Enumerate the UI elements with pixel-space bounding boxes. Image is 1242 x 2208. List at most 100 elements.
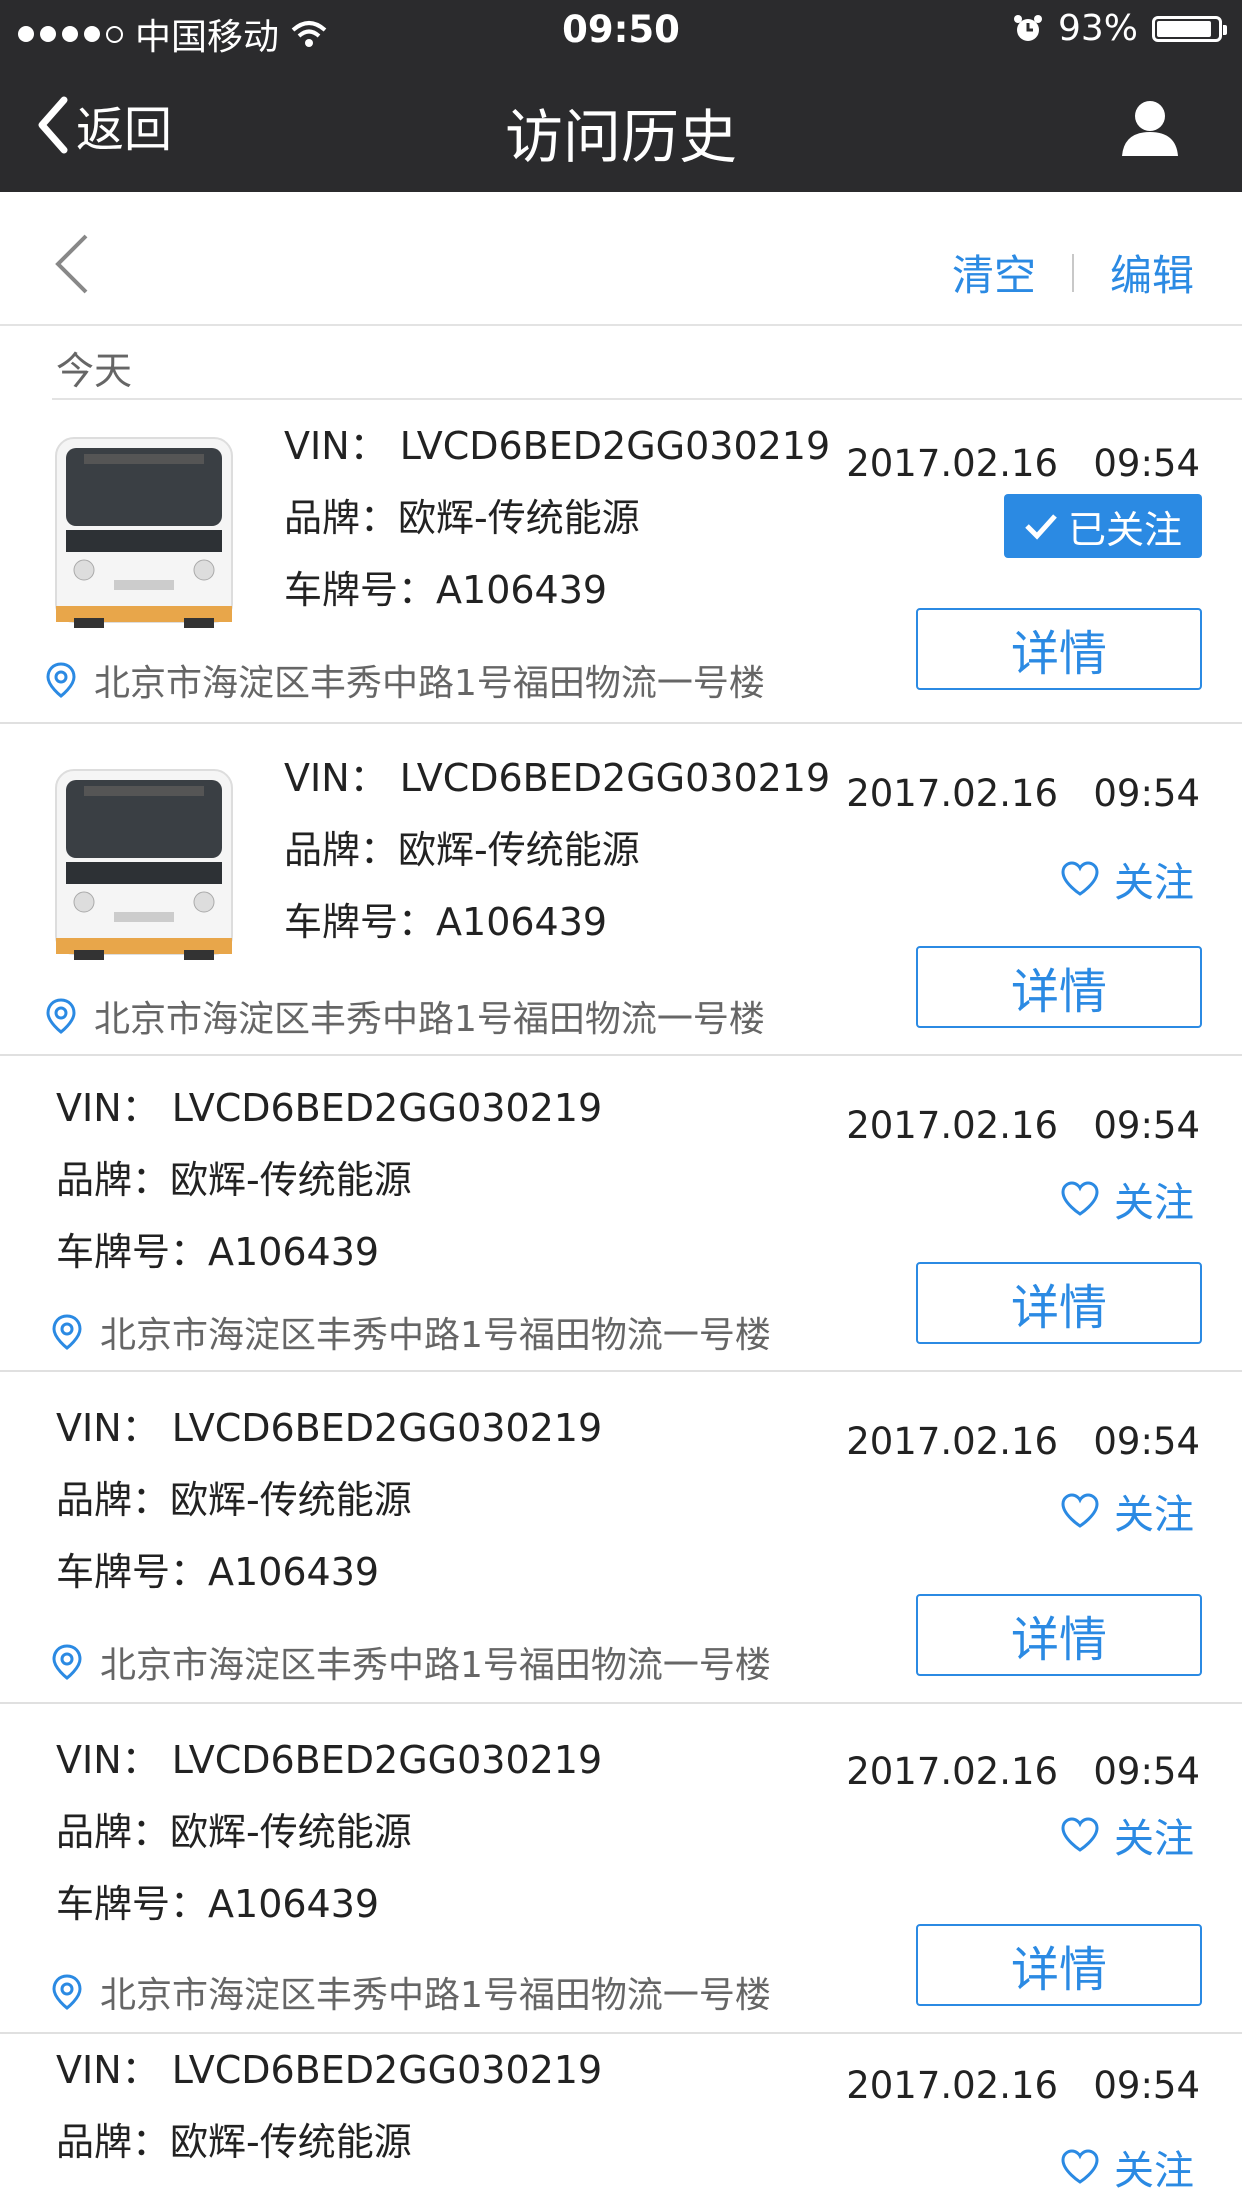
follow-label: 关注	[1114, 1492, 1194, 1538]
visit-time: 09:54	[1093, 1104, 1200, 1147]
list-item[interactable]: VIN： LVCD6BED2GG030219 品牌：欧辉-传统能源 车牌号：A1…	[0, 1704, 1242, 2034]
detail-label: 详情	[1010, 1942, 1107, 1998]
vin-value: LVCD6BED2GG030219	[159, 1086, 603, 1130]
vin-line: VIN： LVCD6BED2GG030219	[56, 1072, 602, 1144]
plate-value: A106439	[208, 1550, 380, 1594]
plate-value: A106439	[436, 568, 608, 612]
vin-value: LVCD6BED2GG030219	[387, 756, 831, 800]
list-item[interactable]: VIN： LVCD6BED2GG030219 品牌：欧辉-传统能源 2017.0…	[0, 2034, 1242, 2208]
brand-value: 欧辉-传统能源	[170, 1810, 412, 1854]
address-text: 北京市海淀区丰秀中路1号福田物流一号楼	[100, 1315, 771, 1356]
heart-icon	[1061, 861, 1099, 896]
brand-label: 品牌：	[56, 1810, 171, 1854]
follow-label: 关注	[1114, 1180, 1194, 1226]
bus-image	[55, 769, 233, 960]
vehicle-info: VIN： LVCD6BED2GG030219 品牌：欧辉-传统能源 车牌号：A1…	[284, 742, 830, 958]
heart-icon	[1061, 1817, 1099, 1852]
vin-value: LVCD6BED2GG030219	[159, 2048, 603, 2092]
location-pin-icon	[46, 998, 76, 1034]
detail-button[interactable]: 详情	[916, 608, 1202, 690]
visit-time: 09:54	[1093, 772, 1200, 815]
detail-button[interactable]: 详情	[916, 1924, 1202, 2006]
follow-button[interactable]: 关注	[1060, 2138, 1194, 2196]
detail-button[interactable]: 详情	[916, 1262, 1202, 1344]
list-item[interactable]: VIN： LVCD6BED2GG030219 品牌：欧辉-传统能源 车牌号：A1…	[0, 1056, 1242, 1372]
plate-label: 车牌号：	[284, 568, 437, 612]
vin-label: VIN：	[56, 1738, 160, 1782]
vin-line: VIN： LVCD6BED2GG030219	[56, 2034, 602, 2106]
vin-label: VIN：	[56, 1406, 160, 1450]
visit-time: 09:54	[1093, 442, 1200, 485]
chevron-left-icon[interactable]	[52, 232, 92, 296]
follow-label: 关注	[1114, 1816, 1194, 1862]
brand-line: 品牌：欧辉-传统能源	[56, 1796, 602, 1868]
list-item[interactable]: VIN： LVCD6BED2GG030219 品牌：欧辉-传统能源 车牌号：A1…	[0, 1372, 1242, 1704]
vin-line: VIN： LVCD6BED2GG030219	[56, 1724, 602, 1796]
brand-line: 品牌：欧辉-传统能源	[56, 2106, 602, 2178]
location-pin-icon	[52, 1644, 82, 1680]
section-label-today: 今天	[56, 349, 133, 393]
page-title: 访问历史	[504, 103, 737, 171]
visit-time: 09:54	[1093, 2064, 1200, 2107]
brand-label: 品牌：	[56, 1478, 171, 1522]
follow-button[interactable]: 关注	[1060, 850, 1194, 908]
vin-label: VIN：	[284, 756, 388, 800]
toolbar: 清空 编辑	[0, 192, 1242, 326]
vin-value: LVCD6BED2GG030219	[387, 424, 831, 468]
user-icon[interactable]	[1118, 96, 1182, 160]
plate-label: 车牌号：	[56, 1882, 209, 1926]
visit-date: 2017.02.16	[846, 1420, 1059, 1463]
clear-button[interactable]: 清空	[952, 242, 1036, 303]
list-item[interactable]: VIN： LVCD6BED2GG030219 品牌：欧辉-传统能源 车牌号：A1…	[0, 400, 1242, 724]
brand-value: 欧辉-传统能源	[170, 1158, 412, 1202]
visit-datetime: 2017.02.16 09:54	[846, 2064, 1200, 2107]
brand-label: 品牌：	[56, 2120, 171, 2164]
brand-line: 品牌：欧辉-传统能源	[284, 482, 830, 554]
plate-label: 车牌号：	[56, 1550, 209, 1594]
list-item[interactable]: VIN： LVCD6BED2GG030219 品牌：欧辉-传统能源 车牌号：A1…	[0, 724, 1242, 1056]
edit-button[interactable]: 编辑	[1110, 242, 1194, 303]
vehicle-info: VIN： LVCD6BED2GG030219 品牌：欧辉-传统能源 车牌号：A1…	[56, 1392, 602, 1608]
address-text: 北京市海淀区丰秀中路1号福田物流一号楼	[100, 1975, 771, 2016]
location-pin-icon	[52, 1974, 82, 2010]
follow-button[interactable]: 关注	[1060, 1170, 1194, 1228]
follow-button[interactable]: 关注	[1060, 1806, 1194, 1864]
follow-label: 关注	[1114, 2148, 1194, 2194]
plate-line: 车牌号：A106439	[56, 1868, 602, 1940]
address: 北京市海淀区丰秀中路1号福田物流一号楼	[46, 654, 765, 706]
address: 北京市海淀区丰秀中路1号福田物流一号楼	[52, 1636, 771, 1688]
location-pin-icon	[46, 662, 76, 698]
address-text: 北京市海淀区丰秀中路1号福田物流一号楼	[94, 663, 765, 704]
brand-value: 欧辉-传统能源	[398, 496, 640, 540]
visit-date: 2017.02.16	[846, 442, 1059, 485]
vin-value: LVCD6BED2GG030219	[159, 1738, 603, 1782]
divider	[1071, 253, 1074, 292]
address-text: 北京市海淀区丰秀中路1号福田物流一号楼	[100, 1645, 771, 1686]
vin-line: VIN： LVCD6BED2GG030219	[284, 410, 830, 482]
visit-datetime: 2017.02.16 09:54	[846, 1104, 1200, 1147]
vehicle-info: VIN： LVCD6BED2GG030219 品牌：欧辉-传统能源 车牌号：A1…	[284, 410, 830, 626]
visit-date: 2017.02.16	[846, 1104, 1059, 1147]
detail-button[interactable]: 详情	[916, 946, 1202, 1028]
brand-value: 欧辉-传统能源	[170, 1478, 412, 1522]
alarm-icon	[1013, 14, 1042, 41]
vin-label: VIN：	[56, 1086, 160, 1130]
followed-button[interactable]: 已关注	[1004, 494, 1202, 558]
brand-label: 品牌：	[284, 496, 399, 540]
visit-date: 2017.02.16	[846, 1750, 1059, 1793]
detail-button[interactable]: 详情	[916, 1594, 1202, 1676]
visit-time: 09:54	[1093, 1420, 1200, 1463]
visit-date: 2017.02.16	[846, 2064, 1059, 2107]
address: 北京市海淀区丰秀中路1号福田物流一号楼	[52, 1306, 771, 1358]
heart-icon	[1061, 1181, 1099, 1216]
brand-label: 品牌：	[56, 1158, 171, 1202]
vehicle-info: VIN： LVCD6BED2GG030219 品牌：欧辉-传统能源	[56, 2034, 602, 2178]
detail-label: 详情	[1010, 964, 1107, 1020]
follow-button[interactable]: 关注	[1060, 1482, 1194, 1540]
battery-icon	[1152, 15, 1227, 42]
check-icon	[1025, 514, 1057, 540]
heart-icon	[1061, 2149, 1099, 2184]
plate-line: 车牌号：A106439	[56, 1216, 602, 1288]
heart-icon	[1061, 1493, 1099, 1528]
brand-label: 品牌：	[284, 828, 399, 872]
